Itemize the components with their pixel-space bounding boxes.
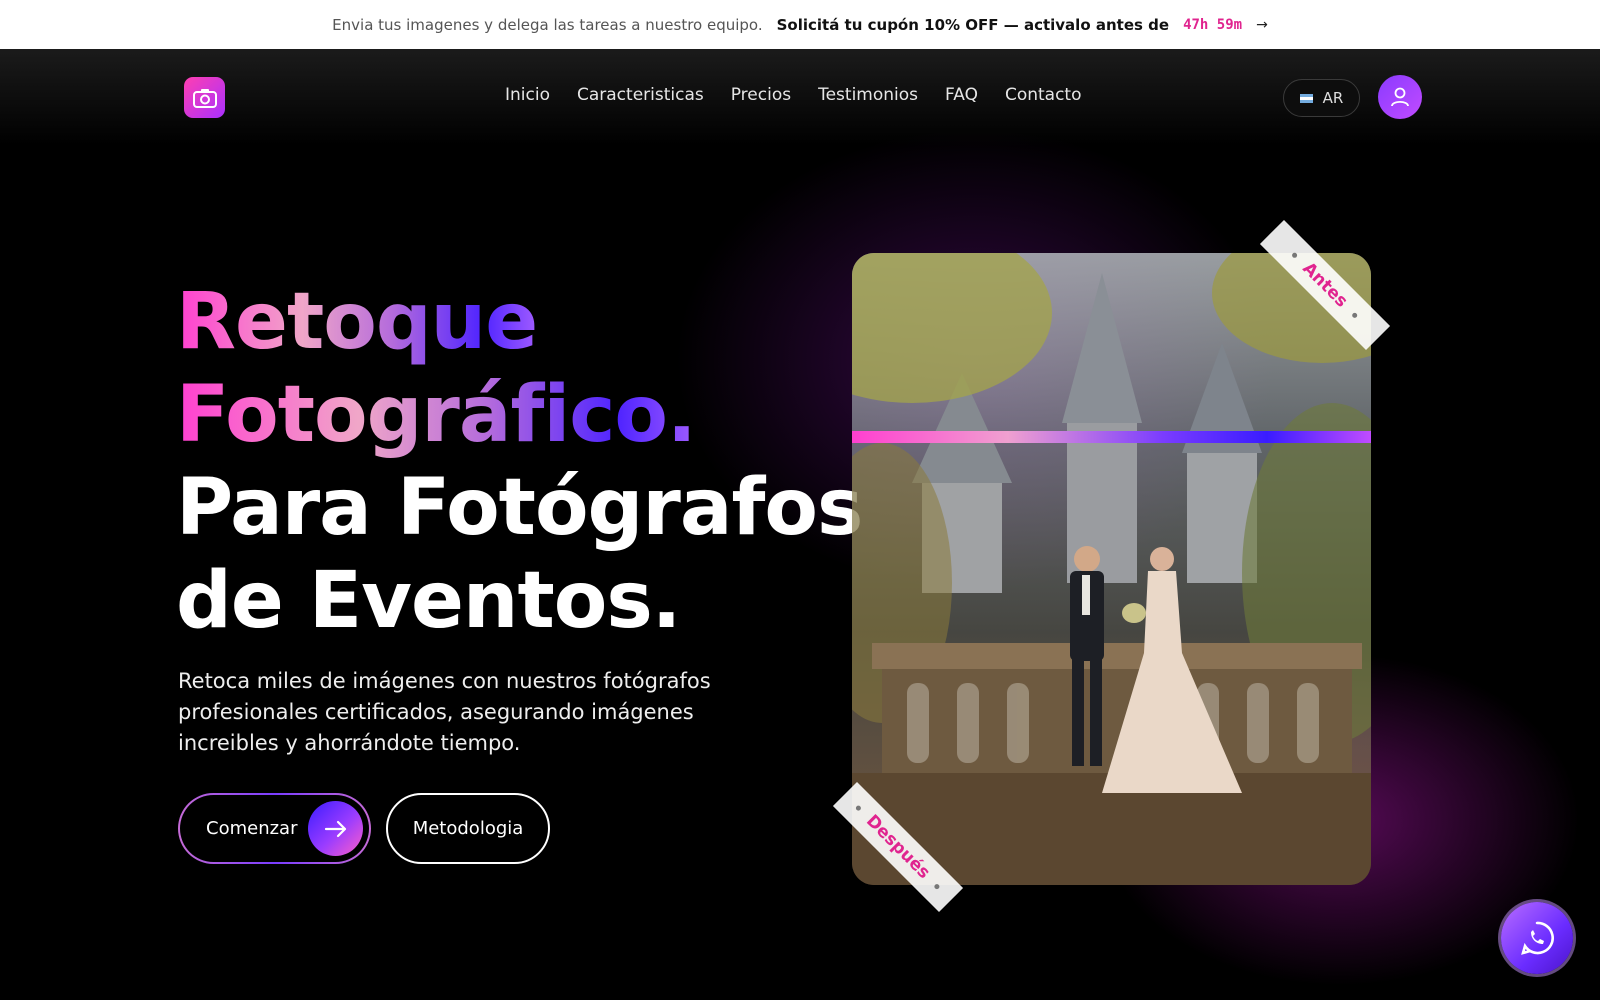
hero-title-line: Para Fotógrafos xyxy=(176,463,863,553)
before-after-slider[interactable] xyxy=(852,431,1371,443)
nav-link-testimonios[interactable]: Testimonios xyxy=(818,85,918,105)
nav-link-precios[interactable]: Precios xyxy=(731,85,791,105)
ribbon-dot xyxy=(1351,311,1359,319)
user-icon[interactable] xyxy=(1378,75,1422,119)
hero-subtitle: Retoca miles de imágenes con nuestros fo… xyxy=(178,669,711,755)
nav-links: Inicio Caracteristicas Precios Testimoni… xyxy=(505,85,1082,105)
hero-title: Retoque Fotográfico. Para Fotógrafos de … xyxy=(176,276,863,648)
countdown-timer: 47h 59m xyxy=(1183,16,1243,33)
whatsapp-icon[interactable] xyxy=(1501,902,1573,974)
announcement-message: Envia tus imagenes y delega las tareas a… xyxy=(332,15,763,34)
hero-title-line: Fotográfico. xyxy=(176,370,697,460)
nav-link-caracteristicas[interactable]: Caracteristicas xyxy=(577,85,704,105)
ribbon-dot xyxy=(933,882,941,890)
ribbon-dot xyxy=(1291,251,1299,259)
announcement-bar[interactable]: Envia tus imagenes y delega las tareas a… xyxy=(0,0,1600,49)
promo-text[interactable]: Solicitá tu cupón 10% OFF — activalo ant… xyxy=(777,16,1169,34)
methodology-button[interactable]: Metodologia xyxy=(386,793,550,864)
camera-icon[interactable] xyxy=(184,77,225,118)
start-button[interactable]: Comenzar xyxy=(178,793,371,864)
arrow-right-icon xyxy=(308,801,363,856)
wedding-photo xyxy=(852,253,1371,885)
arrow-right-icon[interactable]: → xyxy=(1256,17,1268,33)
nav-link-faq[interactable]: FAQ xyxy=(945,85,978,105)
language-code: AR xyxy=(1322,89,1344,107)
nav-link-inicio[interactable]: Inicio xyxy=(505,85,550,105)
nav-link-contacto[interactable]: Contacto xyxy=(1005,85,1082,105)
start-button-label: Comenzar xyxy=(206,818,298,839)
hero-title-line: de Eventos. xyxy=(176,556,681,646)
ribbon-dot xyxy=(855,804,863,812)
argentina-flag-icon xyxy=(1299,93,1313,103)
hero-title-line: Retoque xyxy=(176,277,538,367)
